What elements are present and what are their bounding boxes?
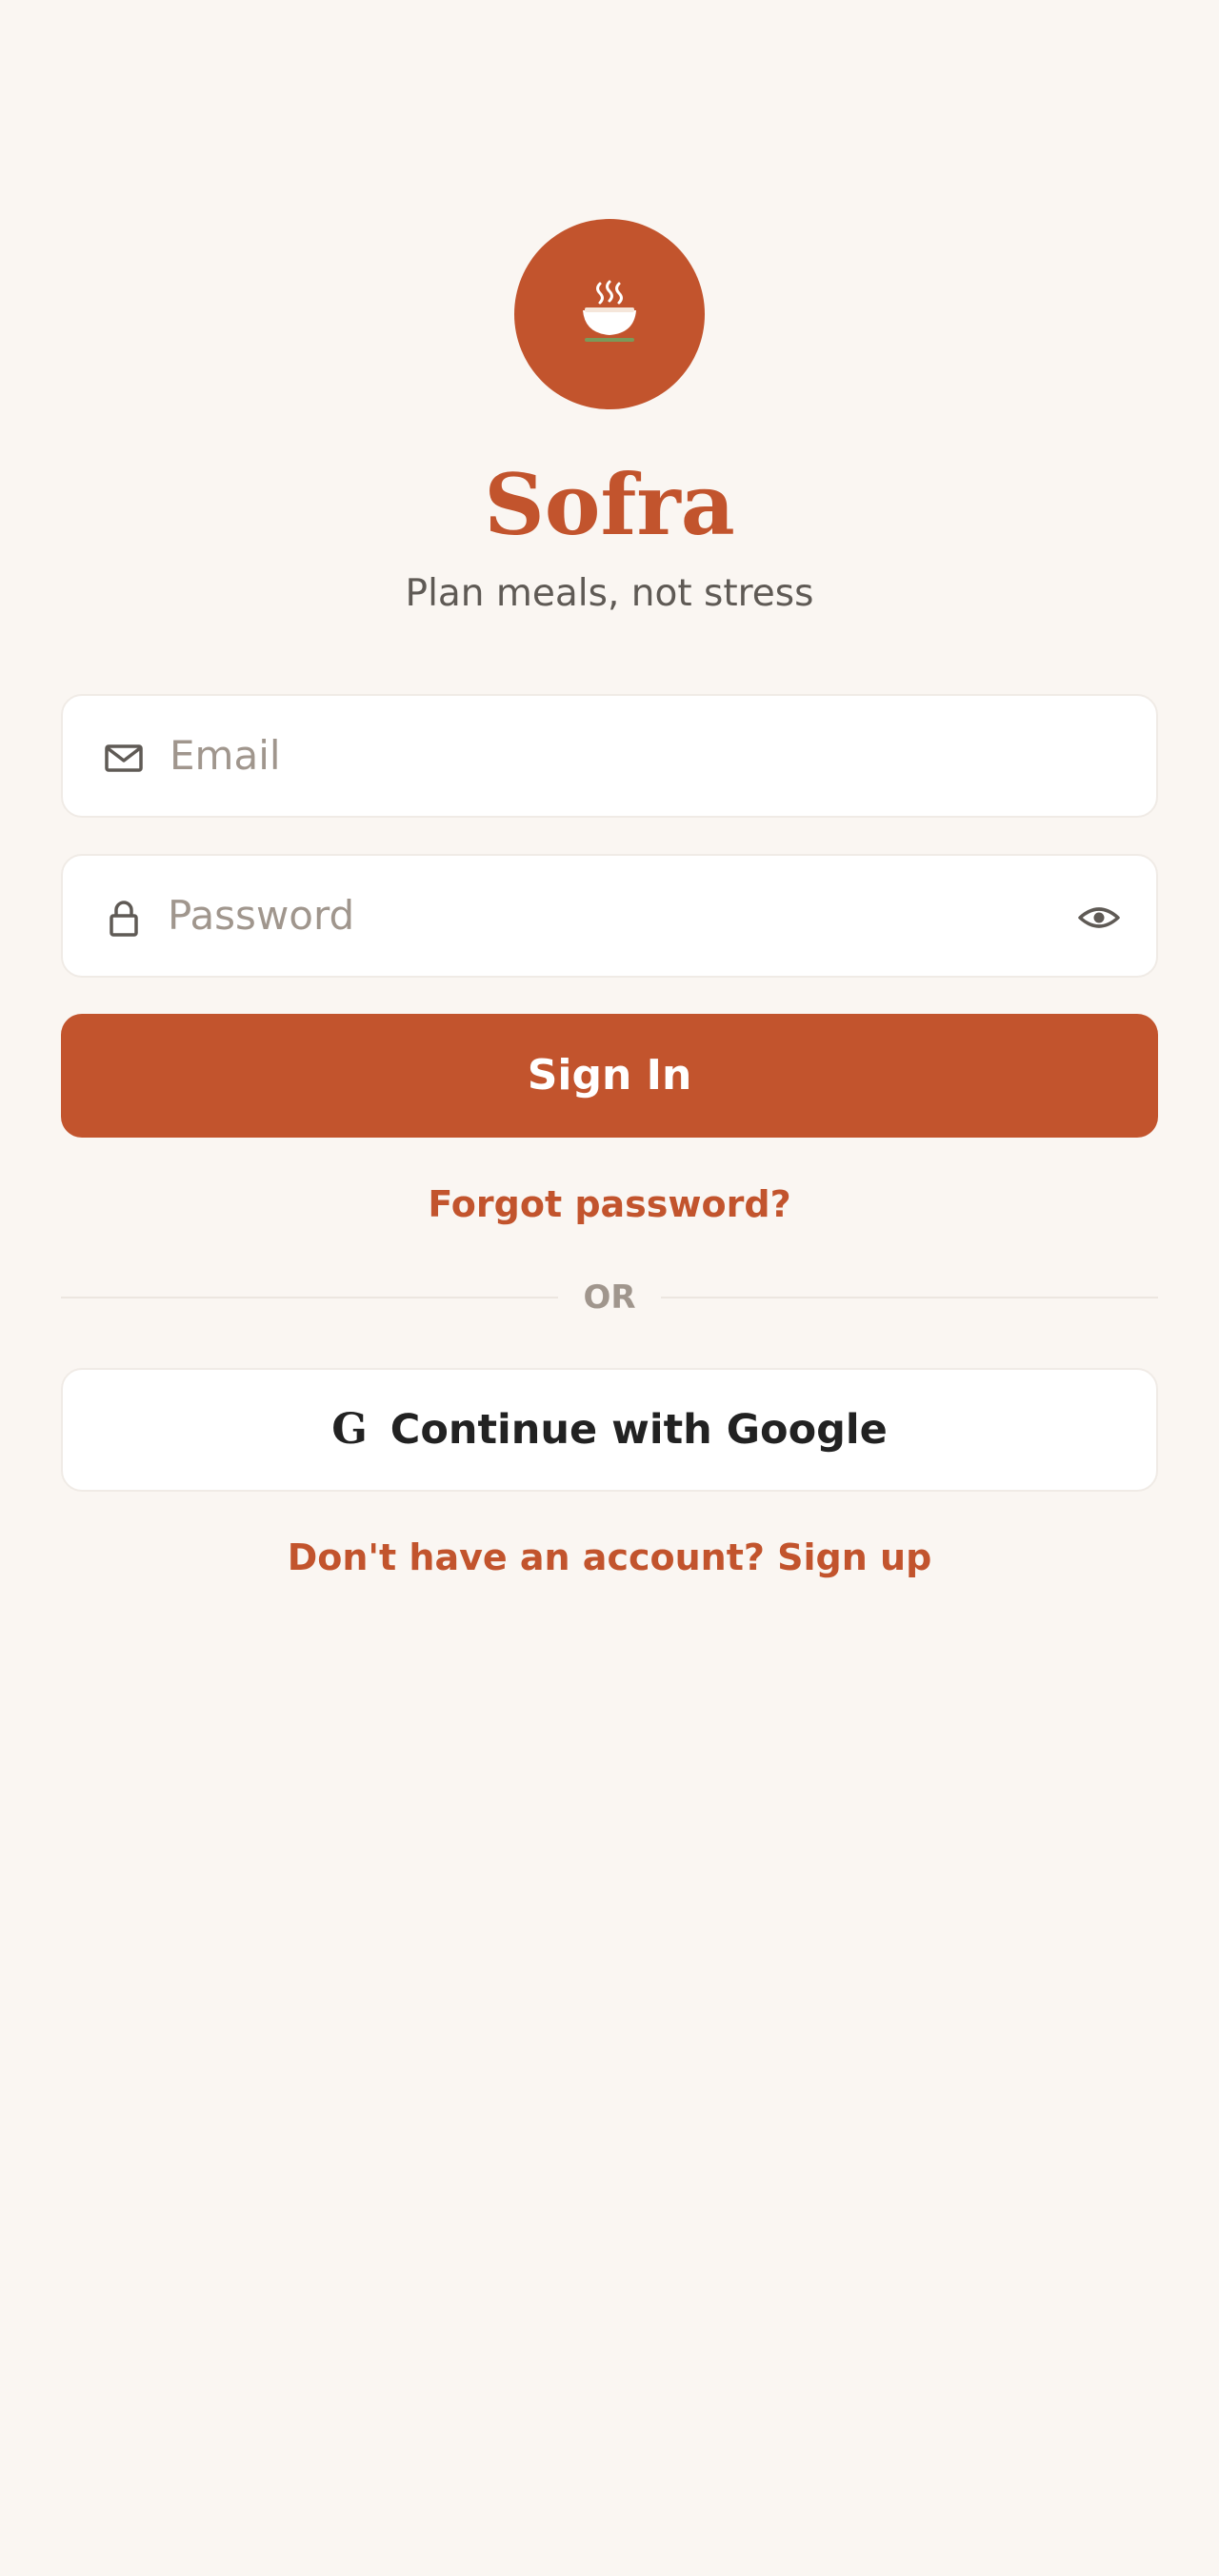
divider-line-right: [661, 1297, 1158, 1298]
eye-icon[interactable]: [1076, 895, 1122, 941]
forgot-password-link[interactable]: Forgot password?: [0, 1174, 1219, 1235]
password-field[interactable]: Password: [61, 854, 1158, 978]
google-icon: G: [331, 1405, 368, 1454]
steaming-bowl-icon: [583, 280, 636, 342]
login-screen: Sofra Plan meals, not stress Email Passw…: [0, 0, 1219, 2576]
app-tagline: Plan meals, not stress: [405, 572, 814, 615]
app-logo: [514, 219, 705, 409]
or-divider-label: OR: [583, 1278, 636, 1317]
mail-icon: [105, 744, 143, 772]
app-title: Sofra: [484, 455, 735, 554]
sign-up-link[interactable]: Don't have an account? Sign up: [0, 1527, 1219, 1588]
google-sign-in-button[interactable]: G Continue with Google: [61, 1368, 1158, 1492]
google-button-label: Continue with Google: [390, 1406, 888, 1454]
email-field[interactable]: Email: [61, 694, 1158, 818]
lock-icon: [110, 901, 138, 937]
divider-line-left: [61, 1297, 558, 1298]
email-placeholder: Email: [170, 732, 281, 779]
password-placeholder: Password: [168, 892, 355, 939]
sign-in-button[interactable]: Sign In: [61, 1014, 1158, 1138]
